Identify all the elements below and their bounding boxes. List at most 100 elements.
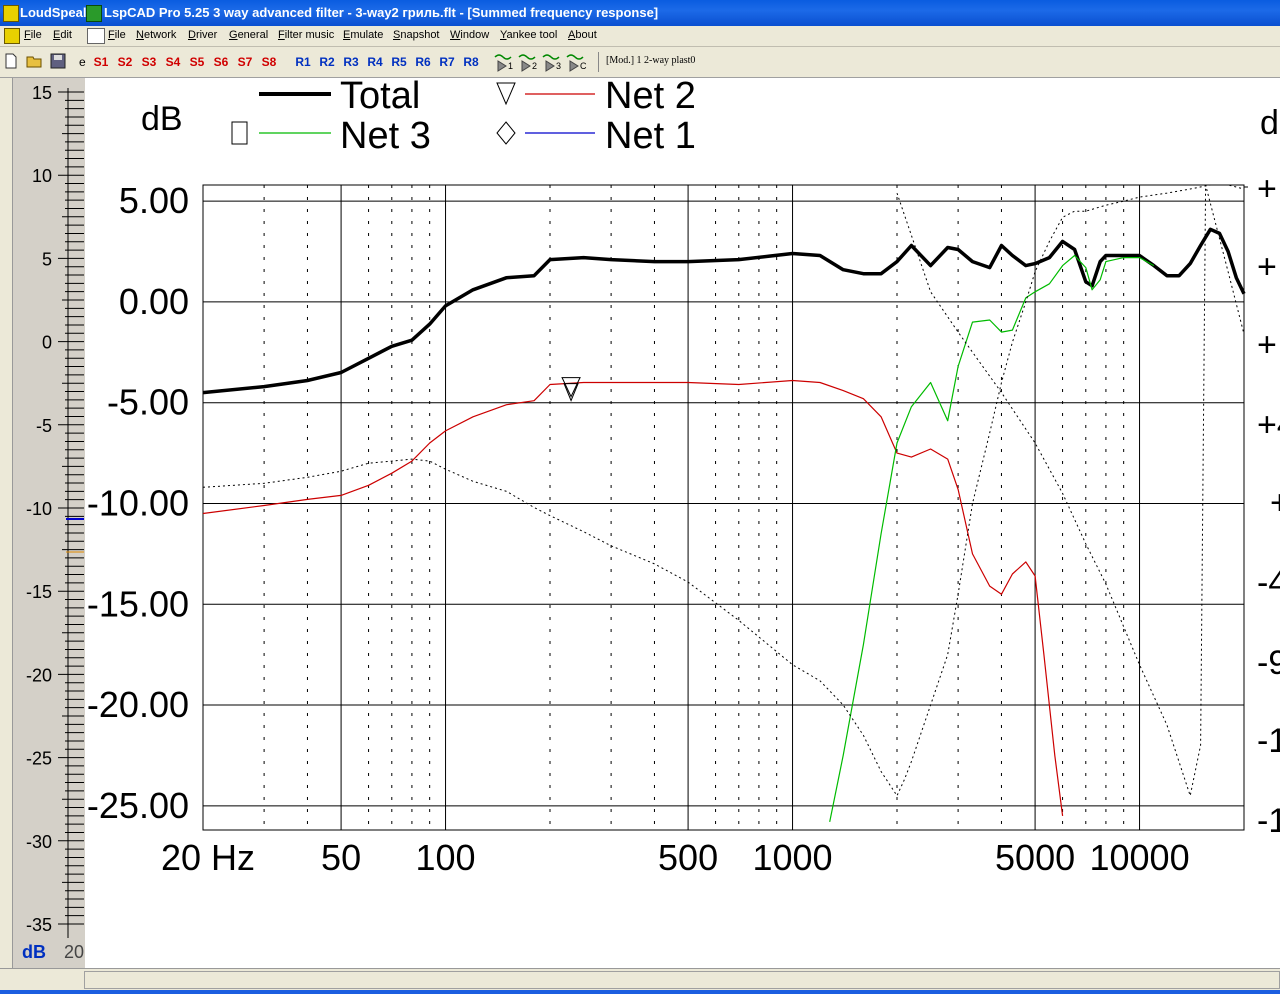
side-tick-label: -10 [26, 499, 52, 519]
recall-button-r8[interactable]: R8 [460, 53, 482, 71]
y-tick-label: 5.00 [119, 180, 189, 221]
x-tick-label: 1000 [752, 837, 832, 878]
probe-label-2: 2 [532, 61, 538, 71]
mdi-child-icon[interactable] [87, 28, 105, 44]
side-tick-label: -25 [26, 749, 52, 769]
menu-snapshot[interactable]: Snapshot [393, 29, 440, 41]
status-pane [84, 971, 1280, 989]
mdi-app-icon[interactable] [4, 28, 20, 44]
menu-emulate[interactable]: Emulate [343, 29, 383, 41]
x-tick-label: 50 [321, 837, 361, 878]
side-tick-label: -35 [26, 915, 52, 935]
side-tick-label: 0 [42, 333, 52, 353]
legend-net2-label: Net 2 [605, 78, 696, 117]
recall-button-r3[interactable]: R3 [340, 53, 362, 71]
menu-yankee-tool[interactable]: Yankee tool [500, 29, 557, 41]
save-icon[interactable] [50, 53, 66, 69]
side-tick-label: -30 [26, 832, 52, 852]
right-axis-label: + [1257, 170, 1277, 208]
snapshot-button-s1[interactable]: S1 [90, 53, 112, 71]
right-axis-label: -9 [1257, 644, 1280, 682]
right-axis-label: + [1257, 326, 1277, 364]
recall-button-r2[interactable]: R2 [316, 53, 338, 71]
legend-total-label: Total [340, 78, 420, 117]
snapshot-button-s4[interactable]: S4 [162, 53, 184, 71]
legend-net2-triangle-icon [496, 82, 516, 106]
snapshot-button-s3[interactable]: S3 [138, 53, 160, 71]
toolbar-stub-label: e [79, 55, 86, 69]
menu-general[interactable]: General [229, 29, 268, 41]
snapshot-button-s6[interactable]: S6 [210, 53, 232, 71]
probe-button-2[interactable]: 2 [518, 51, 540, 73]
taskbar-edge [0, 990, 1280, 994]
probe-label-c: C [580, 61, 587, 71]
title-bar: LoudSpeal LspCAD Pro 5.25 3 way advanced… [0, 0, 1280, 26]
snapshot-button-s7[interactable]: S7 [234, 53, 256, 71]
menu-about[interactable]: About [568, 29, 597, 41]
snapshot-button-s2[interactable]: S2 [114, 53, 136, 71]
side-tick-label: 5 [42, 249, 52, 269]
app-icon[interactable] [3, 5, 19, 22]
side-tick-label: -20 [26, 665, 52, 685]
right-axis-label: + [1257, 248, 1277, 286]
series-total-line [202, 227, 1246, 395]
x-tick-label: 100 [416, 837, 476, 878]
menu-edit[interactable]: Edit [53, 29, 72, 41]
right-axis-label: -1 [1257, 722, 1280, 760]
menu-driver[interactable]: Driver [188, 29, 217, 41]
y-axis-label: dB [141, 100, 183, 138]
right-axis-label: -1 [1257, 802, 1280, 840]
menu-network[interactable]: Network [136, 29, 176, 41]
taskbar-title: LoudSpeal [20, 5, 87, 20]
menu-filter-music[interactable]: Filter music [278, 29, 334, 41]
side-axis: 15 10 5 0 -5 -10 -15 -20 -25 -30 -35 [26, 83, 84, 938]
x-tick-label: 5000 [995, 837, 1075, 878]
right-axis-label: d [1260, 104, 1279, 142]
child-window-icon[interactable] [86, 5, 102, 22]
snapshot-button-s8[interactable]: S8 [258, 53, 280, 71]
net2-marker-icon [561, 377, 581, 398]
menu-window[interactable]: Window [450, 29, 489, 41]
legend-net3-label: Net 3 [340, 115, 431, 157]
side-tick-label: 15 [32, 83, 52, 103]
new-file-icon[interactable] [4, 53, 18, 69]
side-partial-label: 20 [64, 942, 85, 962]
frequency-response-chart[interactable]: 5.00 0.00 -5.00 -10.00 -15.00 -20.00 -25.00 20 … [85, 78, 1280, 968]
toolbar: e S1 S2 S3 S4 S5 S6 S7 S8 R1 R2 R3 R4 R5… [0, 47, 1280, 78]
y-tick-label: -25.00 [87, 785, 189, 826]
right-axis-label: -4 [1257, 564, 1280, 602]
y-tick-label: -10.00 [87, 482, 189, 523]
y-tick-label: -5.00 [107, 382, 189, 423]
menu-file[interactable]: File [108, 29, 126, 41]
side-tick-label: -5 [36, 416, 52, 436]
y-tick-label: 0.00 [119, 281, 189, 322]
x-tick-label: 10000 [1089, 837, 1189, 878]
side-panel: 15 10 5 0 -5 -10 -15 -20 -25 -30 -35 dB 20 [0, 78, 84, 968]
legend-net1-label: Net 1 [605, 115, 696, 157]
status-bar [0, 968, 1280, 991]
plot-panel[interactable]: 5.00 0.00 -5.00 -10.00 -15.00 -20.00 -25.00 20 … [85, 78, 1280, 968]
right-axis-label: +4 [1257, 406, 1280, 444]
right-axis-label: + [1270, 484, 1280, 522]
recall-button-r4[interactable]: R4 [364, 53, 386, 71]
recall-button-r6[interactable]: R6 [412, 53, 434, 71]
probe-button-3[interactable]: 3 [542, 51, 564, 73]
x-tick-label: 500 [658, 837, 718, 878]
legend-net1-diamond-icon [496, 121, 516, 145]
toolbar-separator [598, 52, 599, 72]
recall-button-r5[interactable]: R5 [388, 53, 410, 71]
series-phase-wrap-line [896, 184, 1245, 798]
y-tick-label: -20.00 [87, 684, 189, 725]
side-tick-label: 10 [32, 166, 52, 186]
probe-button-1[interactable]: 1 [494, 51, 516, 73]
recall-button-r1[interactable]: R1 [292, 53, 314, 71]
probe-button-c[interactable]: C [566, 51, 588, 73]
recall-button-r7[interactable]: R7 [436, 53, 458, 71]
probe-label-3: 3 [556, 61, 562, 71]
menu-file-main[interactable]: File [24, 29, 42, 41]
probe-label-1: 1 [508, 61, 514, 71]
open-folder-icon[interactable] [26, 53, 44, 69]
snapshot-button-s5[interactable]: S5 [186, 53, 208, 71]
legend-net3-square-icon [231, 121, 248, 145]
window-title: LspCAD Pro 5.25 3 way advanced filter - … [104, 5, 659, 20]
